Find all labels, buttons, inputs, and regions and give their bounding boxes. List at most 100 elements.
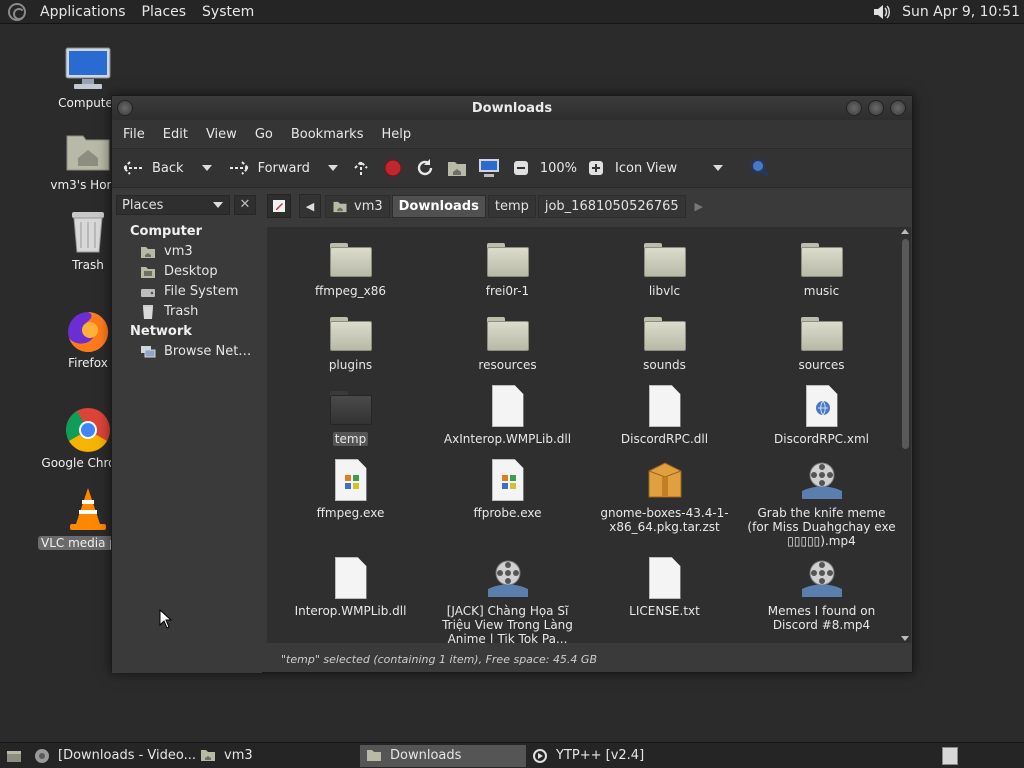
folder-icon bbox=[366, 748, 382, 764]
volume-icon[interactable] bbox=[872, 3, 892, 21]
sidebar-item-file-system[interactable]: File System bbox=[140, 284, 238, 299]
file-item[interactable]: sounds bbox=[586, 311, 743, 372]
sidebar-item-vm3[interactable]: vm3 bbox=[140, 244, 193, 259]
scroll-up-arrow-icon[interactable] bbox=[901, 229, 909, 234]
stop-button[interactable] bbox=[380, 155, 406, 181]
menu-places[interactable]: Places bbox=[134, 4, 195, 20]
back-button[interactable]: Back bbox=[120, 155, 184, 181]
menu-system[interactable]: System bbox=[194, 4, 262, 20]
taskbar-item-downloads[interactable]: Downloads bbox=[360, 744, 526, 767]
view-mode-select[interactable]: Icon View bbox=[615, 161, 727, 176]
home-folder-icon bbox=[64, 128, 112, 176]
home-folder-icon bbox=[444, 155, 470, 181]
menu-edit[interactable]: Edit bbox=[154, 127, 197, 142]
file-item[interactable]: [JACK] Chàng Họa Sĩ Triệu View Trong Làn… bbox=[429, 557, 586, 643]
show-desktop-button[interactable] bbox=[0, 745, 28, 767]
workspace-switcher[interactable] bbox=[936, 745, 964, 767]
file-item[interactable]: DiscordRPC.dll bbox=[586, 385, 743, 446]
file-item[interactable]: LICENSE.txt bbox=[586, 557, 743, 618]
menu-applications[interactable]: Applications bbox=[32, 4, 134, 20]
breadcrumb-job[interactable]: job_1681050526765 bbox=[537, 194, 686, 218]
file-item[interactable]: Memes I found on Discord #8.mp4 bbox=[743, 557, 899, 632]
zoom-out-button[interactable] bbox=[508, 155, 534, 181]
file-item[interactable]: plugins bbox=[272, 311, 429, 372]
folder-icon bbox=[327, 385, 375, 429]
menu-go[interactable]: Go bbox=[246, 127, 282, 142]
vertical-scrollbar[interactable] bbox=[899, 227, 911, 643]
file-name: DiscordRPC.xml bbox=[774, 432, 869, 446]
icon-view[interactable]: ffmpeg_x86 frei0r-1 libvlc music plugins… bbox=[267, 227, 899, 643]
trash-icon bbox=[140, 304, 156, 319]
file-item[interactable]: Interop.WMPLib.dll bbox=[272, 557, 429, 618]
clock[interactable]: Sun Apr 9, 10:51 bbox=[902, 4, 1020, 20]
sidebar-item-label: Browse Net… bbox=[164, 344, 252, 359]
file-item[interactable]: ffmpeg.exe bbox=[272, 459, 429, 520]
network-icon bbox=[140, 345, 156, 359]
up-button[interactable] bbox=[348, 155, 374, 181]
video-file-icon bbox=[484, 557, 532, 601]
back-history-dropdown[interactable] bbox=[201, 165, 212, 171]
reload-icon bbox=[412, 155, 438, 181]
window-menu-button[interactable] bbox=[117, 100, 133, 116]
file-item[interactable]: libvlc bbox=[586, 237, 743, 298]
zoom-in-button[interactable] bbox=[583, 155, 609, 181]
sidebar-close-button[interactable]: ✕ bbox=[234, 195, 256, 215]
breadcrumb-scroll-right-button[interactable]: ▶ bbox=[688, 194, 710, 218]
menubar: File Edit View Go Bookmarks Help bbox=[112, 120, 912, 148]
vlc-icon bbox=[64, 486, 112, 534]
file-item[interactable]: gnome-boxes-43.4-1-x86_64.pkg.tar.zst bbox=[586, 459, 743, 534]
workspace-icon bbox=[942, 746, 958, 765]
chrome-icon bbox=[34, 748, 50, 764]
ytp-icon bbox=[532, 748, 548, 764]
forward-history-dropdown[interactable] bbox=[327, 165, 338, 171]
menu-bookmarks[interactable]: Bookmarks bbox=[282, 127, 373, 142]
reload-button[interactable] bbox=[412, 155, 438, 181]
file-item[interactable]: AxInterop.WMPLib.dll bbox=[429, 385, 586, 446]
sidebar-selector[interactable]: Places bbox=[116, 195, 230, 215]
menu-file[interactable]: File bbox=[114, 127, 154, 142]
scroll-down-arrow-icon[interactable] bbox=[901, 636, 909, 641]
bottom-taskbar: [Downloads - Video... vm3 Downloads YTP+… bbox=[0, 742, 1024, 768]
maximize-button[interactable] bbox=[868, 100, 884, 116]
file-item[interactable]: resources bbox=[429, 311, 586, 372]
distro-logo-icon[interactable] bbox=[8, 2, 26, 21]
file-item[interactable]: sources bbox=[743, 311, 899, 372]
taskbar-item-vm3[interactable]: vm3 bbox=[194, 745, 360, 767]
breadcrumb-vm3[interactable]: vm3 bbox=[325, 194, 390, 218]
edit-pencil-icon bbox=[273, 200, 285, 212]
sidebar-item-browse-network[interactable]: Browse Net… bbox=[140, 344, 251, 359]
taskbar-item-chrome[interactable]: [Downloads - Video... bbox=[28, 745, 196, 767]
breadcrumb-temp[interactable]: temp bbox=[487, 194, 536, 218]
file-item[interactable]: ffprobe.exe bbox=[429, 459, 586, 520]
file-name: ffmpeg.exe bbox=[316, 506, 385, 520]
sidebar-item-desktop[interactable]: Desktop bbox=[140, 264, 218, 279]
show-desktop-icon bbox=[6, 748, 22, 764]
file-item[interactable]: frei0r-1 bbox=[429, 237, 586, 298]
drive-icon bbox=[140, 285, 156, 299]
menu-help[interactable]: Help bbox=[372, 127, 420, 142]
search-button[interactable] bbox=[747, 155, 773, 181]
home-button[interactable] bbox=[444, 155, 470, 181]
toggle-location-entry-button[interactable] bbox=[267, 194, 291, 218]
forward-button[interactable]: Forward bbox=[226, 155, 310, 181]
file-name: sounds bbox=[643, 358, 686, 372]
forward-arrow-icon bbox=[226, 155, 252, 181]
file-item[interactable]: ffmpeg_x86 bbox=[272, 237, 429, 298]
taskbar-item-ytp[interactable]: YTP++ [v2.4] bbox=[526, 745, 692, 767]
file-item-selected[interactable]: temp bbox=[272, 385, 429, 446]
file-item[interactable]: DiscordRPC.xml bbox=[743, 385, 899, 446]
file-item[interactable]: music bbox=[743, 237, 899, 298]
breadcrumb-downloads[interactable]: Downloads bbox=[391, 194, 486, 218]
file-item[interactable]: Grab the knife meme (for Miss Duahgchay … bbox=[743, 459, 899, 548]
computer-button[interactable] bbox=[476, 155, 502, 181]
sidebar-item-trash[interactable]: Trash bbox=[140, 304, 198, 319]
menu-view[interactable]: View bbox=[197, 127, 246, 142]
scrollbar-thumb[interactable] bbox=[902, 239, 909, 449]
breadcrumb-scroll-left-button[interactable]: ◀ bbox=[299, 194, 321, 218]
folder-icon bbox=[798, 311, 846, 355]
close-button[interactable] bbox=[890, 100, 906, 116]
file-name: Grab the knife meme (for Miss Duahgchay … bbox=[747, 506, 896, 548]
minimize-button[interactable] bbox=[846, 100, 862, 116]
window-titlebar[interactable]: Downloads bbox=[112, 96, 912, 120]
trash-icon bbox=[64, 208, 112, 256]
